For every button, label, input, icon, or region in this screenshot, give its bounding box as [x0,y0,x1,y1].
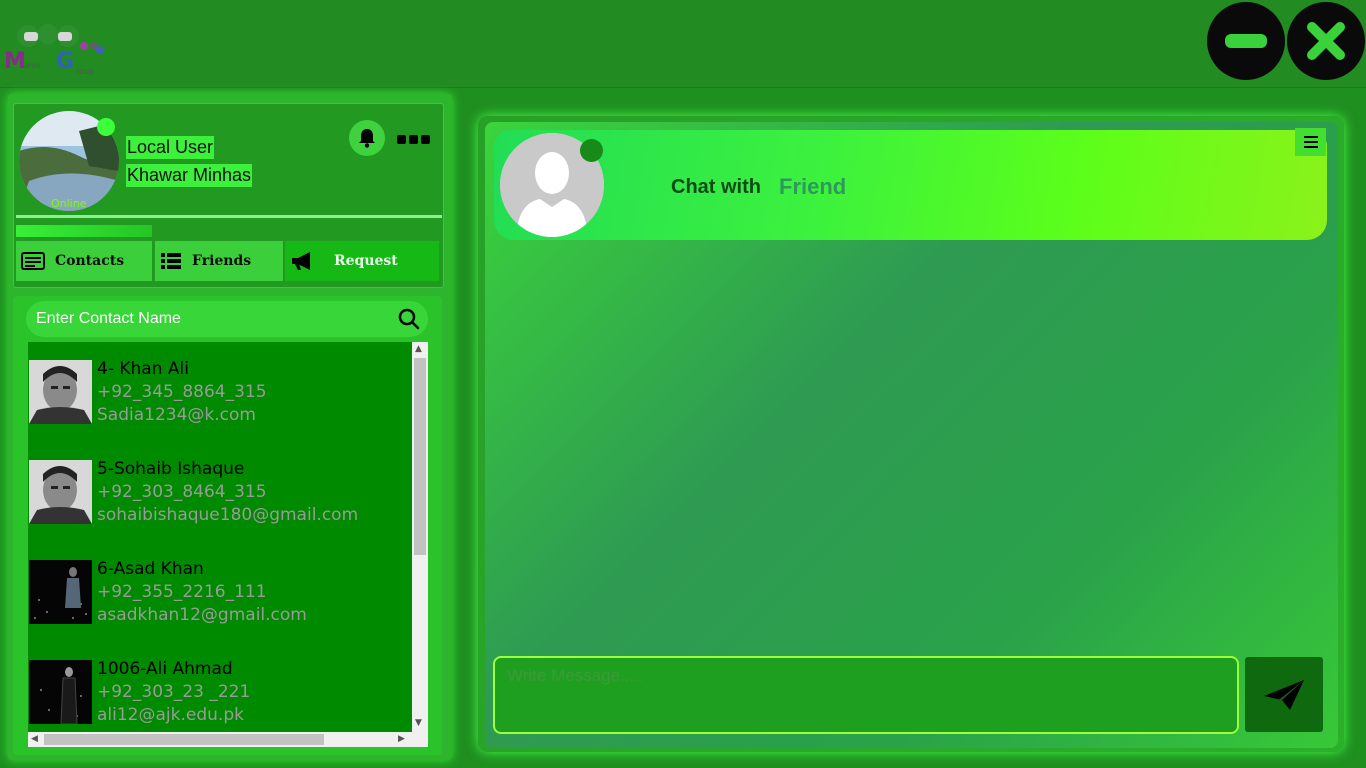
contact-list-vertical-scrollbar[interactable]: ▲ ▼ [412,342,428,732]
contact-photo [29,560,92,624]
app-logo: M G anis roup [2,22,106,78]
chat-menu-button[interactable] [1295,128,1326,156]
more-options-button[interactable] [397,135,430,144]
minimize-button[interactable] [1207,2,1285,80]
hamburger-icon [1303,136,1318,148]
contact-email: Sadia1234@k.com [97,405,256,425]
search-bar [26,301,428,337]
message-box [493,656,1239,734]
contact-email: ali12@ajk.edu.pk [97,705,244,725]
contact-phone: +92_355_2216_111 [97,582,267,602]
tab-friends-label: Friends [192,253,252,269]
contact-item[interactable]: 6-Asad Khan +92_355_2216_111 asadkhan12@… [28,542,412,625]
tab-request[interactable]: Request [285,241,439,281]
scroll-up-arrow-icon[interactable]: ▲ [415,345,422,354]
contact-phone: +92_303_23 _221 [97,682,251,702]
contact-photo [29,460,92,524]
tab-contacts-label: Contacts [55,253,125,269]
svg-text:anis: anis [24,61,40,70]
chat-friend-name: Friend [779,174,847,199]
online-status: Online [51,197,87,210]
list-icon [161,253,181,269]
svg-text:G: G [56,49,74,74]
contact-phone: +92_303_8464_315 [97,482,267,502]
contact-phone: +92_345_8864_315 [97,382,267,402]
message-input[interactable] [507,666,1227,726]
contact-photo [29,660,92,724]
svg-text:roup: roup [76,67,94,76]
contact-name: 5-Sohaib Ishaque [97,459,245,479]
contact-item[interactable]: 1006-Ali Ahmad +92_303_23 _221 ali12@ajk… [28,642,412,725]
chat-title: Chat with [671,176,761,198]
friend-online-indicator [580,139,603,162]
paper-plane-icon [1264,679,1304,710]
minus-icon [1225,34,1267,48]
close-icon [1307,22,1345,60]
title-bar: M G anis roup [0,0,1366,88]
contact-name: 4- Khan Ali [97,359,189,379]
search-input[interactable] [36,301,391,337]
tab-friends[interactable]: Friends [155,241,283,281]
profile-line-1: Local User [126,136,215,159]
chat-header [494,130,1327,240]
profile-divider [16,215,442,218]
search-icon[interactable] [398,308,420,330]
scroll-right-arrow-icon[interactable]: ▶ [398,735,405,744]
megaphone-icon [292,252,310,270]
tab-request-label: Request [334,253,398,269]
scrollbar-thumb[interactable] [44,734,324,745]
close-button[interactable] [1287,2,1365,80]
svg-text:M: M [4,49,26,74]
profile-user-name: Khawar Minhas [126,164,253,187]
contact-item[interactable]: 4- Khan Ali +92_345_8864_315 Sadia1234@k… [28,342,412,425]
scroll-left-arrow-icon[interactable]: ◀ [31,735,38,744]
scroll-down-arrow-icon[interactable]: ▼ [415,719,422,728]
contact-list: 4- Khan Ali +92_345_8864_315 Sadia1234@k… [28,342,412,732]
contact-name: 6-Asad Khan [97,559,204,579]
profile-progress-bar [16,225,153,237]
scrollbar-thumb[interactable] [414,358,426,555]
online-indicator [97,118,115,136]
contact-email: asadkhan12@gmail.com [97,605,307,625]
contact-list-horizontal-scrollbar[interactable]: ◀ ▶ [28,732,428,747]
contact-email: sohaibishaque180@gmail.com [97,505,359,525]
contact-name: 1006-Ali Ahmad [97,659,233,679]
notifications-button[interactable] [349,120,385,156]
contact-photo [29,360,92,424]
send-button[interactable] [1245,657,1323,732]
contact-item[interactable]: 5-Sohaib Ishaque +92_303_8464_315 sohaib… [28,442,412,525]
more-dots-icon [397,135,406,144]
tab-contacts[interactable]: Contacts [16,241,152,281]
bell-icon [359,129,375,148]
contacts-card-icon [21,252,45,270]
